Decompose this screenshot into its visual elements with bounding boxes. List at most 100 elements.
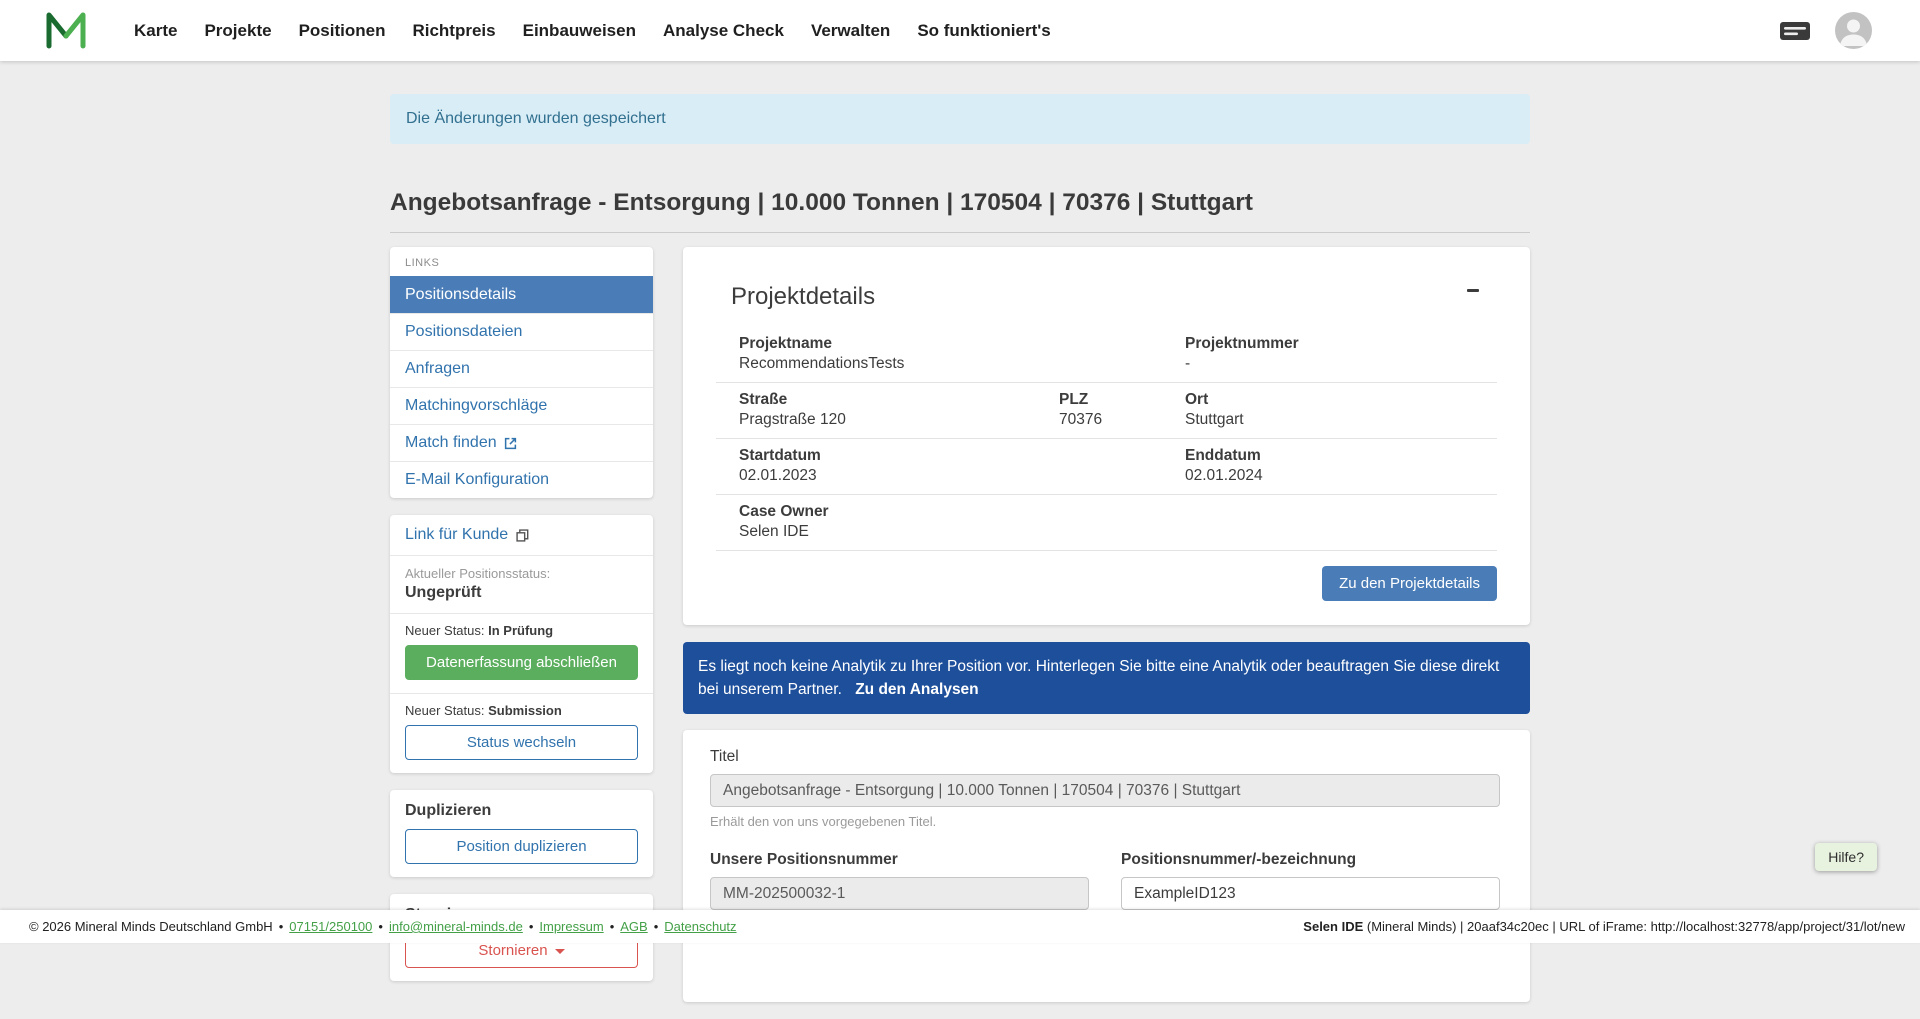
new-status-value: In Prüfung	[488, 623, 553, 638]
customer-link-label: Link für Kunde	[405, 526, 508, 544]
divider	[390, 693, 653, 694]
nav-item-karte[interactable]: Karte	[134, 21, 177, 41]
help-button[interactable]: Hilfe?	[1815, 843, 1877, 871]
saved-alert: Die Änderungen wurden gespeichert	[390, 94, 1530, 144]
sidebar: LINKS Positionsdetails Positionsdateien …	[390, 247, 653, 998]
current-status-label: Aktueller Positionsstatus:	[405, 566, 638, 581]
nav-item-so-funktionierts[interactable]: So funktioniert's	[917, 21, 1050, 41]
sidebar-item-matchingvorschlaege[interactable]: Matchingvorschläge	[390, 387, 653, 424]
plz-value: 70376	[1059, 411, 1185, 429]
sidebar-item-positionsdateien[interactable]: Positionsdateien	[390, 313, 653, 350]
custom-position-number-input[interactable]	[1121, 877, 1500, 910]
user-avatar[interactable]	[1835, 12, 1872, 49]
sidebar-item-label: Match finden	[405, 434, 497, 452]
detail-row: Startdatum 02.01.2023 Enddatum 02.01.202…	[716, 439, 1497, 495]
sidebar-item-match-finden[interactable]: Match finden	[390, 424, 653, 461]
duplicate-title: Duplizieren	[405, 802, 638, 820]
sidebar-links-card: LINKS Positionsdetails Positionsdateien …	[390, 247, 653, 498]
title-divider	[390, 232, 1530, 233]
page-content: Die Änderungen wurden gespeichert Angebo…	[0, 61, 1920, 1019]
server-icon[interactable]	[1779, 19, 1811, 43]
titel-helper: Erhält den von uns vorgegebenen Titel.	[710, 814, 1500, 829]
footer-session-info: Selen IDE (Mineral Minds) | 20aaf34c20ec…	[1303, 919, 1905, 934]
case-owner-value: Selen IDE	[739, 523, 1497, 541]
customer-link[interactable]: Link für Kunde	[390, 515, 653, 556]
projektname-label: Projektname	[739, 335, 1185, 353]
nav-item-projekte[interactable]: Projekte	[204, 21, 271, 41]
sidebar-item-anfragen[interactable]: Anfragen	[390, 350, 653, 387]
sidebar-item-email-konfiguration[interactable]: E-Mail Konfiguration	[390, 461, 653, 498]
titel-input	[710, 774, 1500, 807]
top-navigation-bar: Karte Projekte Positionen Richtpreis Ein…	[0, 0, 1920, 61]
duplicate-card: Duplizieren Position duplizieren	[390, 790, 653, 877]
strasse-label: Straße	[739, 391, 1059, 409]
sidebar-item-label: Matchingvorschläge	[405, 397, 547, 415]
mineral-minds-logo[interactable]	[46, 11, 88, 51]
our-position-number-input	[710, 877, 1089, 910]
enddatum-value: 02.01.2024	[1185, 467, 1497, 485]
collapse-icon[interactable]	[1465, 283, 1481, 298]
footer: © 2026 Mineral Minds Deutschland GmbH • …	[0, 910, 1920, 943]
projektname-value: RecommendationsTests	[739, 355, 1185, 373]
strasse-value: Pragstraße 120	[739, 411, 1059, 429]
complete-data-entry-button[interactable]: Datenerfassung abschließen	[405, 645, 638, 680]
projektnummer-value: -	[1185, 355, 1497, 373]
separator-dot: •	[279, 919, 284, 934]
footer-phone-link[interactable]: 07151/250100	[289, 919, 372, 934]
nav-item-verwalten[interactable]: Verwalten	[811, 21, 890, 41]
external-link-icon	[504, 437, 517, 450]
new-status-value: Submission	[488, 703, 562, 718]
footer-agb-link[interactable]: AGB	[620, 919, 647, 934]
detail-row: Straße Pragstraße 120 PLZ 70376 Ort Stut…	[716, 383, 1497, 439]
separator-dot: •	[378, 919, 383, 934]
copyright-text: © 2026 Mineral Minds Deutschland GmbH	[29, 919, 273, 934]
detail-row: Projektname RecommendationsTests Projekt…	[716, 327, 1497, 383]
caret-down-icon	[555, 949, 565, 954]
separator-dot: •	[529, 919, 534, 934]
page-title: Angebotsanfrage - Entsorgung | 10.000 To…	[390, 189, 1530, 217]
sidebar-item-label: Positionsdetails	[405, 286, 516, 304]
go-to-project-details-button[interactable]: Zu den Projektdetails	[1322, 566, 1497, 601]
sidebar-item-label: Anfragen	[405, 360, 470, 378]
plz-label: PLZ	[1059, 391, 1185, 409]
saved-alert-text: Die Änderungen wurden gespeichert	[406, 110, 666, 127]
nav-item-positionen[interactable]: Positionen	[299, 21, 386, 41]
links-header: LINKS	[390, 247, 653, 276]
separator-dot: •	[654, 919, 659, 934]
footer-left: © 2026 Mineral Minds Deutschland GmbH • …	[29, 919, 737, 934]
footer-impressum-link[interactable]: Impressum	[539, 919, 603, 934]
custom-position-number-label: Positionsnummer/-bezeichnung	[1121, 851, 1500, 869]
main-column: Projektdetails Projektname Recommendatio…	[683, 247, 1530, 1019]
status-card: Link für Kunde Aktueller Positionsstatus…	[390, 515, 653, 773]
switch-status-button[interactable]: Status wechseln	[405, 725, 638, 760]
analytics-banner-text: Es liegt noch keine Analytik zu Ihrer Po…	[698, 658, 1499, 698]
footer-email-link[interactable]: info@mineral-minds.de	[389, 919, 523, 934]
topbar-right	[1779, 12, 1872, 49]
new-status-1: Neuer Status: In Prüfung	[405, 623, 638, 638]
project-details-card: Projektdetails Projektname Recommendatio…	[683, 247, 1530, 625]
nav-item-einbauweisen[interactable]: Einbauweisen	[523, 21, 636, 41]
projektnummer-label: Projektnummer	[1185, 335, 1497, 353]
footer-session-details: (Mineral Minds) | 20aaf34c20ec | URL of …	[1363, 919, 1905, 934]
cancel-button-label: Stornieren	[478, 942, 547, 959]
nav-item-richtpreis[interactable]: Richtpreis	[412, 21, 495, 41]
person-icon	[1835, 12, 1872, 49]
nav-item-analyse-check[interactable]: Analyse Check	[663, 21, 784, 41]
titel-label: Titel	[710, 748, 1500, 766]
startdatum-value: 02.01.2023	[739, 467, 1185, 485]
case-owner-label: Case Owner	[739, 503, 1497, 521]
footer-datenschutz-link[interactable]: Datenschutz	[664, 919, 736, 934]
ort-value: Stuttgart	[1185, 411, 1497, 429]
current-status-value: Ungeprüft	[405, 584, 638, 602]
our-position-number-label: Unsere Positionsnummer	[710, 851, 1089, 869]
go-to-analyses-link[interactable]: Zu den Analysen	[855, 681, 978, 698]
ort-label: Ort	[1185, 391, 1497, 409]
sidebar-item-positionsdetails[interactable]: Positionsdetails	[390, 276, 653, 313]
footer-user-name: Selen IDE	[1303, 919, 1363, 934]
position-form-card: Titel Erhält den von uns vorgegebenen Ti…	[683, 730, 1530, 1002]
divider	[390, 613, 653, 614]
enddatum-label: Enddatum	[1185, 447, 1497, 465]
project-details-title: Projektdetails	[731, 283, 875, 311]
duplicate-position-button[interactable]: Position duplizieren	[405, 829, 638, 864]
sidebar-item-label: E-Mail Konfiguration	[405, 471, 549, 489]
